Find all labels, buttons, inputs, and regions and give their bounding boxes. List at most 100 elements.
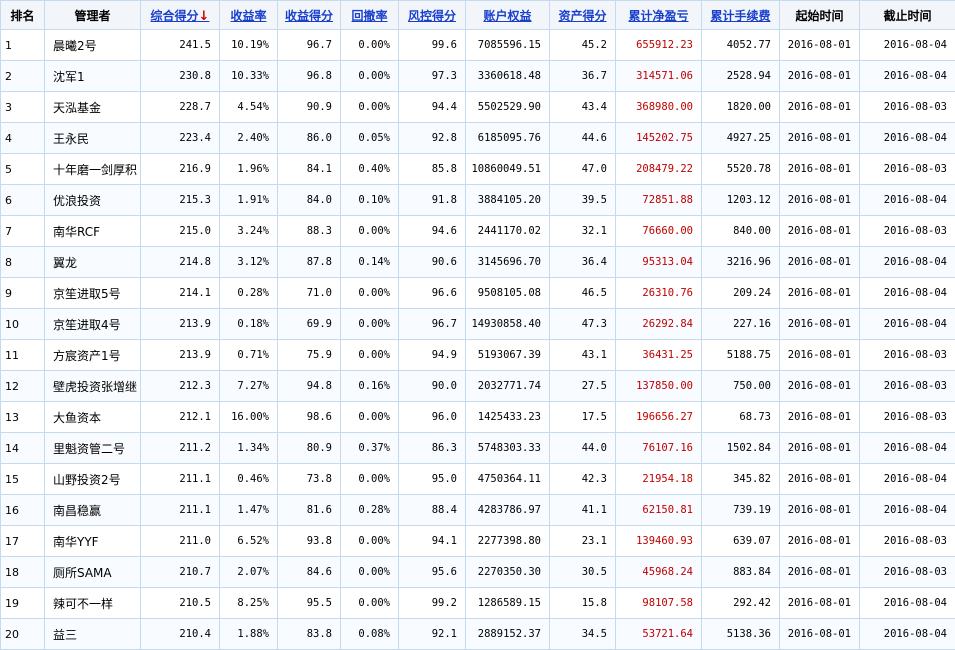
- cell-composite-score: 223.4: [141, 123, 220, 154]
- sort-asset-score[interactable]: 资产得分: [550, 1, 616, 30]
- cell-drawdown: 0.00%: [341, 216, 399, 247]
- cell-manager: 山野投资2号: [45, 464, 141, 495]
- cell-composite-score: 215.0: [141, 216, 220, 247]
- cell-end-time: 2016-08-04: [860, 61, 955, 92]
- cell-risk-score: 96.7: [399, 309, 466, 340]
- table-row: 19辣可不一样210.58.25%95.50.00%99.21286589.15…: [1, 588, 955, 619]
- cell-start-time: 2016-08-01: [780, 619, 860, 650]
- cell-composite-score: 210.5: [141, 588, 220, 619]
- cell-start-time: 2016-08-01: [780, 588, 860, 619]
- cell-drawdown: 0.00%: [341, 30, 399, 61]
- cell-return-rate: 1.34%: [220, 433, 278, 464]
- sort-equity[interactable]: 账户权益: [466, 1, 550, 30]
- cell-return-score: 83.8: [278, 619, 341, 650]
- header-rank: 排名: [1, 1, 45, 30]
- cell-drawdown: 0.00%: [341, 464, 399, 495]
- table-row: 5十年磨一剑厚积216.91.96%84.10.40%85.810860049.…: [1, 154, 955, 185]
- table-row: 13大鱼资本212.116.00%98.60.00%96.01425433.23…: [1, 402, 955, 433]
- cell-end-time: 2016-08-04: [860, 495, 955, 526]
- cell-rank: 6: [1, 185, 45, 216]
- cell-equity: 6185095.76: [466, 123, 550, 154]
- cell-fees: 1203.12: [702, 185, 780, 216]
- cell-return-score: 69.9: [278, 309, 341, 340]
- cell-manager: 天泓基金: [45, 92, 141, 123]
- cell-start-time: 2016-08-01: [780, 61, 860, 92]
- cell-composite-score: 210.7: [141, 557, 220, 588]
- cell-rank: 4: [1, 123, 45, 154]
- cell-composite-score: 213.9: [141, 340, 220, 371]
- ranking-table: 排名 管理者 综合得分↓ 收益率 收益得分 回撤率 风控得分 账户权益 资产得分…: [0, 0, 955, 650]
- cell-drawdown: 0.08%: [341, 619, 399, 650]
- cell-manager: 王永民: [45, 123, 141, 154]
- cell-rank: 13: [1, 402, 45, 433]
- cell-return-score: 94.8: [278, 371, 341, 402]
- cell-end-time: 2016-08-04: [860, 278, 955, 309]
- cell-equity: 2032771.74: [466, 371, 550, 402]
- cell-equity: 2889152.37: [466, 619, 550, 650]
- cell-equity: 7085596.15: [466, 30, 550, 61]
- cell-return-rate: 0.71%: [220, 340, 278, 371]
- cell-rank: 8: [1, 247, 45, 278]
- cell-composite-score: 230.8: [141, 61, 220, 92]
- cell-start-time: 2016-08-01: [780, 371, 860, 402]
- cell-composite-score: 211.2: [141, 433, 220, 464]
- cell-fees: 1502.84: [702, 433, 780, 464]
- cell-fees: 739.19: [702, 495, 780, 526]
- sort-return-score[interactable]: 收益得分: [278, 1, 341, 30]
- sort-drawdown[interactable]: 回撤率: [341, 1, 399, 30]
- cell-asset-score: 44.0: [550, 433, 616, 464]
- cell-rank: 14: [1, 433, 45, 464]
- cell-net-pnl: 98107.58: [616, 588, 702, 619]
- cell-drawdown: 0.00%: [341, 340, 399, 371]
- cell-risk-score: 96.0: [399, 402, 466, 433]
- cell-rank: 11: [1, 340, 45, 371]
- sort-net-pnl[interactable]: 累计净盈亏: [616, 1, 702, 30]
- cell-drawdown: 0.37%: [341, 433, 399, 464]
- cell-net-pnl: 76107.16: [616, 433, 702, 464]
- cell-rank: 10: [1, 309, 45, 340]
- cell-start-time: 2016-08-01: [780, 123, 860, 154]
- cell-end-time: 2016-08-04: [860, 185, 955, 216]
- cell-composite-score: 216.9: [141, 154, 220, 185]
- cell-manager: 方宸资产1号: [45, 340, 141, 371]
- cell-risk-score: 90.0: [399, 371, 466, 402]
- sort-fees[interactable]: 累计手续费: [702, 1, 780, 30]
- cell-risk-score: 94.1: [399, 526, 466, 557]
- cell-equity: 5193067.39: [466, 340, 550, 371]
- cell-manager: 壁虎投资张增继: [45, 371, 141, 402]
- cell-return-rate: 8.25%: [220, 588, 278, 619]
- cell-return-rate: 0.28%: [220, 278, 278, 309]
- cell-return-score: 96.8: [278, 61, 341, 92]
- cell-drawdown: 0.00%: [341, 309, 399, 340]
- cell-risk-score: 99.2: [399, 588, 466, 619]
- sort-composite-score[interactable]: 综合得分↓: [141, 1, 220, 30]
- cell-end-time: 2016-08-04: [860, 30, 955, 61]
- cell-rank: 18: [1, 557, 45, 588]
- cell-rank: 17: [1, 526, 45, 557]
- cell-equity: 14930858.40: [466, 309, 550, 340]
- cell-drawdown: 0.14%: [341, 247, 399, 278]
- cell-start-time: 2016-08-01: [780, 30, 860, 61]
- cell-end-time: 2016-08-03: [860, 216, 955, 247]
- cell-risk-score: 94.9: [399, 340, 466, 371]
- cell-manager: 南华RCF: [45, 216, 141, 247]
- cell-start-time: 2016-08-01: [780, 402, 860, 433]
- cell-return-score: 75.9: [278, 340, 341, 371]
- cell-return-rate: 1.47%: [220, 495, 278, 526]
- cell-fees: 5138.36: [702, 619, 780, 650]
- table-row: 3天泓基金228.74.54%90.90.00%94.45502529.9043…: [1, 92, 955, 123]
- cell-fees: 1820.00: [702, 92, 780, 123]
- cell-asset-score: 44.6: [550, 123, 616, 154]
- cell-drawdown: 0.05%: [341, 123, 399, 154]
- cell-manager: 翼龙: [45, 247, 141, 278]
- cell-return-score: 80.9: [278, 433, 341, 464]
- cell-net-pnl: 45968.24: [616, 557, 702, 588]
- sort-risk-score[interactable]: 风控得分: [399, 1, 466, 30]
- cell-end-time: 2016-08-04: [860, 619, 955, 650]
- cell-asset-score: 43.1: [550, 340, 616, 371]
- cell-drawdown: 0.00%: [341, 61, 399, 92]
- cell-equity: 1286589.15: [466, 588, 550, 619]
- sort-return-rate[interactable]: 收益率: [220, 1, 278, 30]
- table-row: 16南昌稳赢211.11.47%81.60.28%88.44283786.974…: [1, 495, 955, 526]
- cell-net-pnl: 26310.76: [616, 278, 702, 309]
